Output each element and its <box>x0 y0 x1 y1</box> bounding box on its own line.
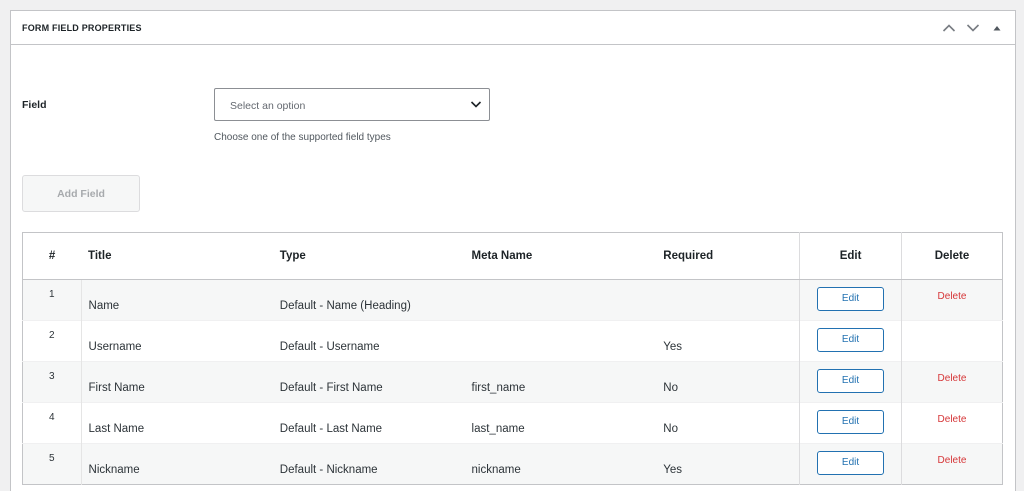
row-title: Nickname <box>88 464 140 476</box>
table-row: 4 Last Name Default - Last Name last_nam… <box>22 402 1003 444</box>
row-type: Default - Username <box>279 341 380 353</box>
panel-header-controls <box>937 17 1009 39</box>
field-type-select-value: Select an option <box>230 100 306 112</box>
table-header-row: # Title Type Meta Name Required Edit Del… <box>22 232 1003 280</box>
row-type: Default - Name (Heading) <box>279 300 411 312</box>
row-required: No <box>663 382 678 394</box>
row-number: 3 <box>48 370 55 382</box>
row-title: Username <box>88 341 142 353</box>
chevron-down-icon <box>470 101 482 108</box>
fields-table: # Title Type Meta Name Required Edit Del… <box>22 232 1003 485</box>
delete-link[interactable]: Delete <box>938 291 967 302</box>
column-header-type: Type <box>272 232 465 280</box>
row-title: Last Name <box>88 423 145 435</box>
delete-link[interactable]: Delete <box>938 373 967 384</box>
row-number: 4 <box>48 411 55 423</box>
table-row: 5 Nickname Default - Nickname nickname Y… <box>22 443 1003 485</box>
row-number: 2 <box>48 329 55 341</box>
column-header-title: Title <box>81 232 273 280</box>
table-row: 1 Name Default - Name (Heading) Edit Del… <box>22 279 1003 321</box>
column-header-meta-name: Meta Name <box>464 232 657 280</box>
edit-button[interactable]: Edit <box>817 287 885 311</box>
add-field-button[interactable]: Add Field <box>22 175 140 212</box>
column-header-edit: Edit <box>799 232 902 280</box>
row-meta-name: last_name <box>471 423 525 435</box>
row-type: Default - First Name <box>279 382 383 394</box>
table-row: 2 Username Default - Username Yes Edit <box>22 320 1003 362</box>
edit-button[interactable]: Edit <box>817 451 885 475</box>
row-required: Yes <box>663 341 683 353</box>
chevron-up-icon <box>942 24 956 32</box>
field-help-text: Choose one of the supported field types <box>214 132 391 143</box>
caret-up-icon <box>993 26 1001 31</box>
edit-button[interactable]: Edit <box>817 328 885 352</box>
row-number: 1 <box>48 288 55 300</box>
table-row: 3 First Name Default - First Name first_… <box>22 361 1003 403</box>
toggle-panel-button[interactable] <box>985 17 1009 39</box>
row-title: Name <box>88 300 120 312</box>
form-field-properties-panel: FORM FIELD PROPERTIES Field Select an op… <box>10 10 1016 491</box>
row-number: 5 <box>48 452 55 464</box>
row-meta-name: first_name <box>471 382 526 394</box>
field-type-select[interactable]: Select an option <box>214 88 490 121</box>
row-meta-name: nickname <box>471 464 521 476</box>
column-header-delete: Delete <box>901 232 1003 280</box>
row-title: First Name <box>88 382 145 394</box>
panel-title: FORM FIELD PROPERTIES <box>22 23 142 33</box>
move-down-button[interactable] <box>961 17 985 39</box>
delete-link[interactable]: Delete <box>938 414 967 425</box>
row-required: Yes <box>663 464 683 476</box>
field-label: Field <box>22 99 47 111</box>
panel-header: FORM FIELD PROPERTIES <box>11 11 1015 45</box>
row-type: Default - Nickname <box>279 464 378 476</box>
row-type: Default - Last Name <box>279 423 383 435</box>
column-header-required: Required <box>656 232 800 280</box>
move-up-button[interactable] <box>937 17 961 39</box>
row-required: No <box>663 423 678 435</box>
edit-button[interactable]: Edit <box>817 410 885 434</box>
chevron-down-icon <box>966 24 980 32</box>
edit-button[interactable]: Edit <box>817 369 885 393</box>
column-header-num: # <box>22 232 82 280</box>
delete-link[interactable]: Delete <box>938 455 967 466</box>
